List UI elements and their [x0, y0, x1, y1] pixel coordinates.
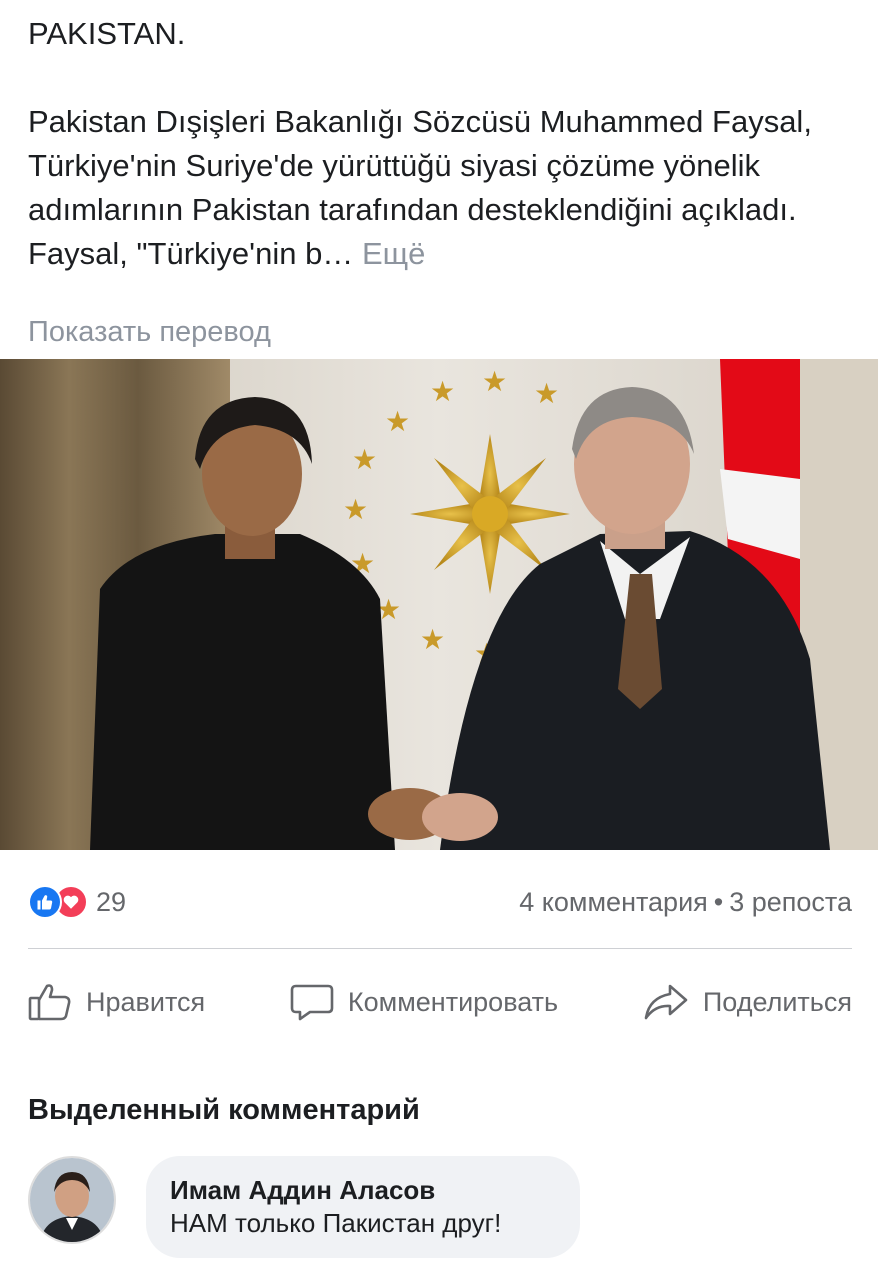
- post-text: PAKISTAN. Pakistan Dışişleri Bakanlığı S…: [28, 12, 858, 276]
- svg-text:★: ★: [534, 377, 559, 410]
- see-more-link[interactable]: Ещё: [362, 236, 425, 271]
- svg-text:★: ★: [420, 623, 445, 656]
- post-body: Pakistan Dışişleri Bakanlığı Sözcüsü Muh…: [28, 100, 858, 276]
- comment-button[interactable]: Комментировать: [290, 982, 558, 1022]
- comment-author[interactable]: Имам Аддин Аласов: [170, 1174, 556, 1206]
- stats-separator: •: [713, 887, 724, 917]
- post-stats: 29 4 комментария • 3 репоста: [28, 880, 852, 924]
- svg-text:★: ★: [430, 375, 455, 408]
- reactions-summary[interactable]: 29: [28, 884, 126, 920]
- share-label: Поделиться: [702, 986, 852, 1017]
- svg-text:★: ★: [385, 405, 410, 438]
- avatar[interactable]: [28, 1156, 116, 1244]
- like-reaction-icon: [28, 885, 62, 919]
- share-arrow-icon: [643, 982, 689, 1022]
- comment-share-counts: 4 комментария • 3 репоста: [519, 884, 852, 920]
- show-translation-link[interactable]: Показать перевод: [28, 312, 271, 352]
- photo-illustration: ★★★ ★★★ ★★★ ★: [0, 359, 878, 850]
- comment-text: НАМ только Пакистан друг!: [170, 1208, 502, 1238]
- divider: [28, 948, 852, 949]
- like-button[interactable]: Нравится: [28, 982, 205, 1022]
- comment-bubble: Имам Аддин Аласов НАМ только Пакистан др…: [146, 1156, 580, 1258]
- comment-bubble-icon: [290, 982, 334, 1022]
- highlighted-comment-title: Выделенный комментарий: [28, 1094, 420, 1126]
- comment-label: Комментировать: [347, 986, 559, 1017]
- post-photo[interactable]: ★★★ ★★★ ★★★ ★: [0, 359, 878, 850]
- svg-text:★: ★: [352, 443, 377, 476]
- share-button[interactable]: Поделиться: [643, 982, 852, 1022]
- like-label: Нравится: [86, 986, 206, 1017]
- svg-text:★: ★: [343, 493, 368, 526]
- post-heading: PAKISTAN.: [28, 16, 186, 51]
- comment-count-link[interactable]: 4 комментария: [519, 887, 708, 917]
- share-count-link[interactable]: 3 репоста: [729, 887, 852, 917]
- highlighted-comment: Имам Аддин Аласов НАМ только Пакистан др…: [28, 1156, 858, 1258]
- action-bar: Нравится Комментировать Поделиться: [28, 972, 852, 1032]
- svg-text:★: ★: [482, 365, 507, 398]
- reaction-count: 29: [96, 886, 127, 917]
- thumbs-up-icon: [28, 982, 72, 1022]
